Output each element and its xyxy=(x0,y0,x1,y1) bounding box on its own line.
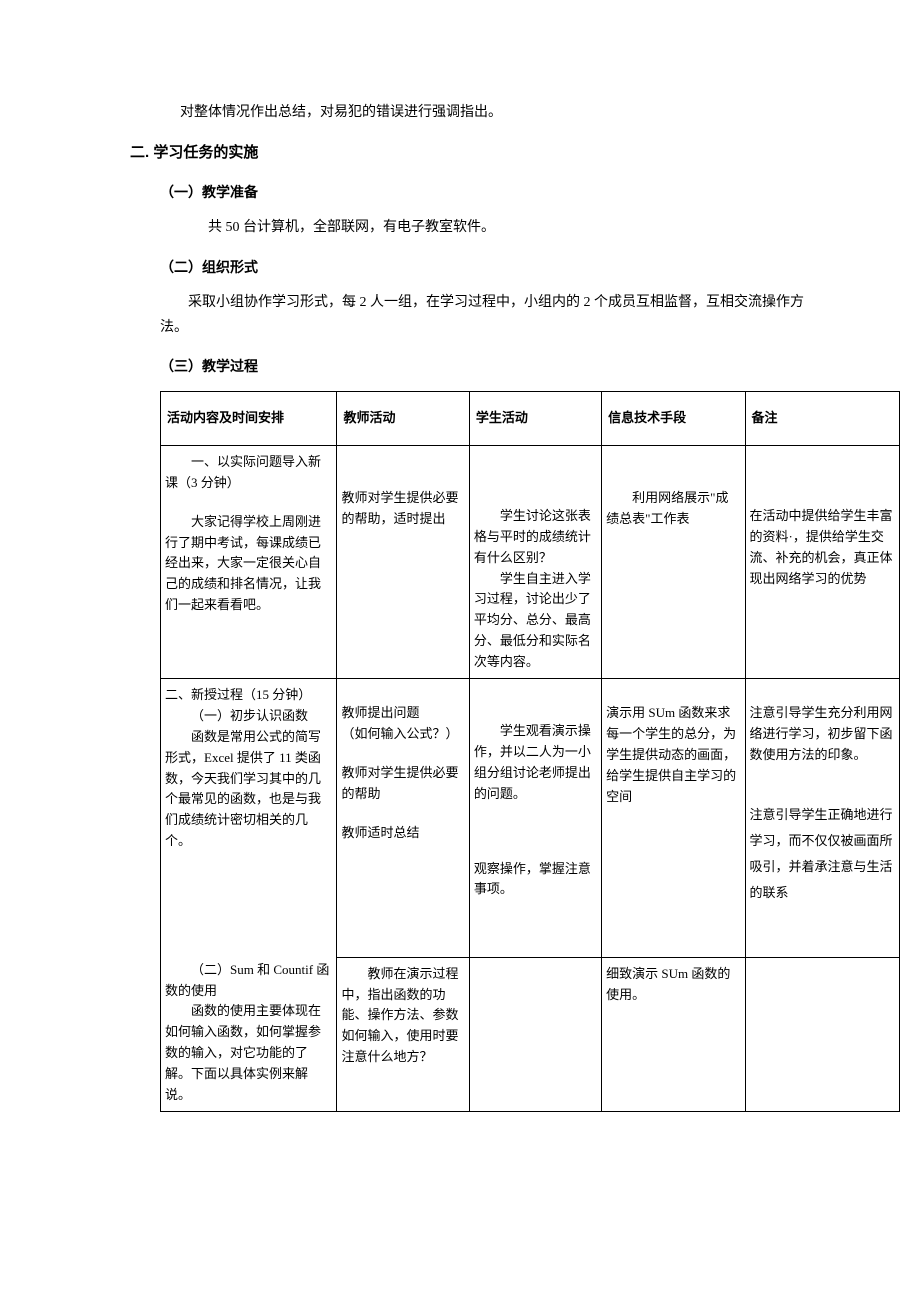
cell-tech-2a: 演示用 SUm 函数来求每一个学生的总分，为学生提供动态的画面，给学生提供自主学… xyxy=(602,679,745,957)
table-row: 一、以实际问题导入新课（3 分钟） 大家记得学校上周刚进行了期中考试，每课成绩已… xyxy=(161,446,900,679)
r2-c2b: 教师对学生提供必要的帮助 xyxy=(341,765,458,801)
cell-teacher-2a: 教师提出问题 （如何输入公式？） 教师对学生提供必要的帮助 教师适时总结 xyxy=(337,679,469,957)
r1-c5: 在活动中提供给学生丰富的资料·，提供给学生交流、补充的机会，真正体现出网络学习的… xyxy=(750,508,893,585)
r2-c3a: 学生观看演示操作，并以二人为一小组分组讨论老师提出的问题。 xyxy=(474,721,597,804)
cell-tech-1: 利用网络展示"成绩总表"工作表 xyxy=(602,446,745,679)
cell-remark-1: 在活动中提供给学生丰富的资料·，提供给学生交流、补充的机会，真正体现出网络学习的… xyxy=(745,446,899,679)
cell-student-2a: 学生观看演示操作，并以二人为一小组分组讨论老师提出的问题。 观察操作，掌握注意事… xyxy=(469,679,601,957)
r1-c4: 利用网络展示"成绩总表"工作表 xyxy=(606,488,740,530)
summary-line: 对整体情况作出总结，对易犯的错误进行强调指出。 xyxy=(180,100,830,125)
r2-c1e: 函数的使用主要体现在如何输入函数，如何掌握参数的输入，对它功能的了解。下面以具体… xyxy=(165,1001,332,1105)
th-activity: 活动内容及时间安排 xyxy=(161,392,337,446)
r2-c2d: 教师在演示过程中，指出函数的功能、操作方法、参数如何输入，使用时要注意什么地方？ xyxy=(341,964,464,1068)
th-teacher: 教师活动 xyxy=(337,392,469,446)
r1-c2: 教师对学生提供必要的帮助，适时提出 xyxy=(341,490,458,526)
r2-c4a: 演示用 SUm 函数来求每一个学生的总分，为学生提供动态的画面，给学生提供自主学… xyxy=(606,705,736,803)
heading-sec1: （一）教学准备 xyxy=(160,180,830,205)
r2-c5a: 注意引导学生充分利用网络进行学习，初步留下函数使用方法的印象。 xyxy=(750,705,893,762)
table-header-row: 活动内容及时间安排 教师活动 学生活动 信息技术手段 备注 xyxy=(161,392,900,446)
r2-c3b: 观察操作，掌握注意事项。 xyxy=(474,861,591,897)
cell-remark-2b xyxy=(745,957,899,1112)
r2-c2a: 教师提出问题 （如何输入公式？） xyxy=(341,705,458,741)
heading-section-2: 二. 学习任务的实施 xyxy=(130,139,830,166)
cell-activity-2: 二、新授过程（15 分钟） （一）初步认识函数 函数是常用公式的简写形式，Exc… xyxy=(161,679,337,1112)
th-tech: 信息技术手段 xyxy=(602,392,745,446)
r1-c1a: 一、以实际问题导入新课（3 分钟） xyxy=(165,452,332,494)
table-row: 二、新授过程（15 分钟） （一）初步认识函数 函数是常用公式的简写形式，Exc… xyxy=(161,679,900,957)
cell-student-1: 学生讨论这张表格与平时的成绩统计有什么区别？ 学生自主进入学习过程，讨论出少了平… xyxy=(469,446,601,679)
cell-activity-1: 一、以实际问题导入新课（3 分钟） 大家记得学校上周刚进行了期中考试，每课成绩已… xyxy=(161,446,337,679)
sec2-body: 采取小组协作学习形式，每 2 人一组，在学习过程中，小组内的 2 个成员互相监督… xyxy=(160,290,830,340)
r2-c1b: （一）初步认识函数 xyxy=(165,706,332,727)
cell-remark-2a: 注意引导学生充分利用网络进行学习，初步留下函数使用方法的印象。 注意引导学生正确… xyxy=(745,679,899,957)
r1-c1b: 大家记得学校上周刚进行了期中考试，每课成绩已经出来，大家一定很关心自己的成绩和排… xyxy=(165,512,332,616)
cell-student-2b xyxy=(469,957,601,1112)
heading-sec2: （二）组织形式 xyxy=(160,255,830,280)
r2-c1a: 二、新授过程（15 分钟） xyxy=(165,687,311,702)
r2-c2c: 教师适时总结 xyxy=(341,825,419,840)
process-table: 活动内容及时间安排 教师活动 学生活动 信息技术手段 备注 一、以实际问题导入新… xyxy=(160,391,900,1112)
th-student: 学生活动 xyxy=(469,392,601,446)
cell-tech-2b: 细致演示 SUm 函数的使用。 xyxy=(602,957,745,1112)
cell-teacher-2b: 教师在演示过程中，指出函数的功能、操作方法、参数如何输入，使用时要注意什么地方？ xyxy=(337,957,469,1112)
r2-c5b: 注意引导学生正确地进行学习，而不仅仅被画面所吸引，并着承注意与生活的联系 xyxy=(750,807,893,900)
sec1-body: 共 50 台计算机，全部联网，有电子教室软件。 xyxy=(180,215,830,240)
th-remark: 备注 xyxy=(745,392,899,446)
r1-c3: 学生讨论这张表格与平时的成绩统计有什么区别？ 学生自主进入学习过程，讨论出少了平… xyxy=(474,506,597,672)
r2-c1c: 函数是常用公式的简写形式，Excel 提供了 11 类函数，今天我们学习其中的几… xyxy=(165,727,332,852)
r2-c1d: （二）Sum 和 Countif 函数的使用 xyxy=(165,960,332,1002)
r2-c4b: 细致演示 SUm 函数的使用。 xyxy=(606,966,730,1002)
cell-teacher-1: 教师对学生提供必要的帮助，适时提出 xyxy=(337,446,469,679)
heading-sec3: （三）教学过程 xyxy=(160,354,830,379)
